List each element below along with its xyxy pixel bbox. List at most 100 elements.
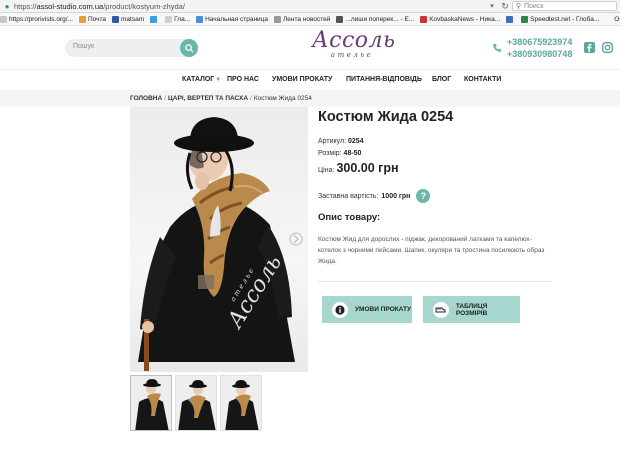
bookmark-favicon-icon <box>112 15 119 23</box>
bookmark-favicon-icon <box>78 15 86 23</box>
breadcrumb-home[interactable]: ГОЛОВНА <box>130 95 162 102</box>
divider <box>318 281 551 282</box>
deposit-label: Заставна вартість: <box>318 192 379 200</box>
browser-search-input[interactable]: ⚲ Поиск <box>512 1 617 11</box>
main-nav: КАТАЛОГ▼ ПРО НАС УМОВИ ПРОКАТУ ПИТАННЯ-В… <box>0 70 620 90</box>
bookmark-favicon-icon <box>605 15 613 23</box>
bookmark-label: KovbaskaNews - Ника... <box>429 15 501 23</box>
dropdown-icon[interactable]: ▾ <box>486 2 498 10</box>
site-search-input[interactable]: Пошук <box>65 39 198 57</box>
thumbnail-photo <box>135 379 169 430</box>
bookmark-item[interactable]: Speedtest.net - Глоба... <box>521 15 600 23</box>
rental-terms-label: УМОВИ ПРОКАТУ <box>355 306 412 313</box>
bookmark-label: Почта <box>87 15 106 23</box>
breadcrumb: ГОЛОВНА / ЦАРІ, ВЕРТЕП ТА ПАСХА / Костюм Жид… <box>130 95 312 102</box>
product-title: Костюм Жида 0254 <box>318 109 454 125</box>
reload-icon[interactable]: ↻ <box>498 1 512 12</box>
nav-about[interactable]: ПРО НАС <box>227 76 259 83</box>
breadcrumb-category[interactable]: ЦАРІ, ВЕРТЕП ТА ПАСХА <box>168 95 248 102</box>
phone-number-1[interactable]: +380675923974 <box>507 36 572 48</box>
bookmark-item[interactable]: OOO <box>605 15 620 23</box>
bookmark-label: matsam <box>121 15 145 23</box>
rental-terms-button[interactable]: УМОВИ ПРОКАТУ <box>322 296 412 323</box>
article-label: Артикул: <box>318 138 347 145</box>
nav-faq[interactable]: ПИТАННЯ-ВІДПОВІДЬ <box>346 76 422 83</box>
chevron-down-icon: ▼ <box>215 77 222 83</box>
phone-icon <box>493 44 501 53</box>
thumbnail-photo <box>225 380 259 430</box>
size-row: Розмір: 48-50 <box>318 150 361 157</box>
bookmark-favicon-icon <box>274 15 282 23</box>
site-logo[interactable]: Ассоль ательє <box>312 28 396 66</box>
bookmark-favicon-icon <box>336 15 344 23</box>
browser-address-bar: ● https://assol-studio.com.ua/product/ko… <box>0 0 620 13</box>
bookmarks-bar: https://prorivists.org/... Почта matsam Гла… <box>0 13 620 26</box>
bookmark-label: OOO <box>614 15 620 23</box>
phone-block: +380675923974 +380930980748 <box>492 36 572 60</box>
lock-icon: ● <box>4 1 10 11</box>
bookmark-label: https://prorivists.org/... <box>9 15 73 23</box>
nav-rental-terms[interactable]: УМОВИ ПРОКАТУ <box>272 76 332 83</box>
bookmark-favicon-icon <box>420 15 428 23</box>
nav-blog[interactable]: БЛОГ <box>432 76 451 83</box>
deposit-value: 1000 грн <box>381 192 411 200</box>
bookmark-label: Speedtest.net - Глоба... <box>530 15 600 23</box>
price-row: Ціна: 300.00 грн <box>318 161 399 175</box>
bookmark-item[interactable]: ...лиши поперек... - E... <box>336 15 415 23</box>
product-thumbnail-3[interactable] <box>220 375 262 431</box>
bookmark-item[interactable]: Почта <box>78 15 106 23</box>
deposit-row: Заставна вартість: 1000 грн ? <box>318 189 431 203</box>
nav-catalog-label: КАТАЛОГ <box>182 76 215 83</box>
search-icon <box>184 43 194 53</box>
phone-number-2[interactable]: +380930980748 <box>507 48 572 60</box>
bookmark-label: ...лиши поперек... - E... <box>345 15 415 23</box>
url-field[interactable]: https://assol-studio.com.ua/product/kost… <box>14 2 486 11</box>
bookmark-favicon-icon <box>0 15 7 23</box>
size-value: 48-50 <box>343 150 362 157</box>
bookmark-item[interactable] <box>150 15 159 23</box>
bookmark-item[interactable]: matsam <box>112 15 145 23</box>
facebook-icon[interactable] <box>584 42 595 53</box>
bookmark-label: Лента новостей <box>283 15 331 23</box>
bookmark-item[interactable]: Гла... <box>165 15 191 23</box>
bookmark-item[interactable] <box>506 15 515 23</box>
logo-main-text: Ассоль <box>312 28 396 53</box>
size-table-label: ТАБЛИЦЯ РОЗМІРІВ <box>455 302 488 317</box>
bookmark-item[interactable]: Начальная страница <box>196 15 268 23</box>
bookmark-item[interactable]: Лента новостей <box>274 15 331 23</box>
url-host: assol-studio.com.ua <box>36 1 104 11</box>
info-icon <box>332 301 348 318</box>
site-search-button[interactable] <box>180 39 198 57</box>
site-search-placeholder: Пошук <box>73 43 95 50</box>
product-thumbnail-2[interactable] <box>175 375 217 431</box>
bookmark-item[interactable]: https://prorivists.org/... <box>0 15 73 23</box>
description-heading: Опис товару: <box>318 212 381 223</box>
url-scheme: https:// <box>14 1 37 11</box>
browser-search-placeholder: Поиск <box>524 2 544 10</box>
size-table-button[interactable]: ТАБЛИЦЯ РОЗМІРІВ <box>423 296 520 323</box>
size-label: Розмір: <box>318 150 342 157</box>
bookmark-item[interactable]: KovbaskaNews - Ника... <box>420 15 501 23</box>
price-label: Ціна: <box>318 167 335 174</box>
bookmark-favicon-icon <box>150 15 158 23</box>
bookmark-label: Гла... <box>174 15 191 23</box>
price-value: 300.00 грн <box>336 161 399 175</box>
product-thumbnail-1[interactable] <box>130 375 172 431</box>
product-description: Костюм Жид для дорослих - піджак, декоро… <box>318 236 545 265</box>
search-icon: ⚲ <box>515 3 522 10</box>
bookmark-favicon-icon <box>165 15 173 23</box>
breadcrumb-separator: / <box>164 95 167 102</box>
instagram-icon[interactable] <box>602 42 613 53</box>
breadcrumb-separator: / <box>250 95 252 102</box>
article-value: 0254 <box>348 138 364 145</box>
nav-catalog[interactable]: КАТАЛОГ▼ <box>182 76 221 83</box>
breadcrumb-current: Костюм Жида 0254 <box>253 95 312 102</box>
url-path: /product/kostyum-zhyda/ <box>103 1 185 11</box>
deposit-help-button[interactable]: ? <box>416 189 431 203</box>
article-row: Артикул: 0254 <box>318 138 364 145</box>
nav-contacts[interactable]: КОНТАКТИ <box>464 76 501 83</box>
bookmark-favicon-icon <box>196 15 204 23</box>
bookmark-favicon-icon <box>506 15 514 23</box>
product-main-image[interactable]: ательє Ассоль <box>130 107 308 372</box>
costume-photo <box>138 117 303 371</box>
